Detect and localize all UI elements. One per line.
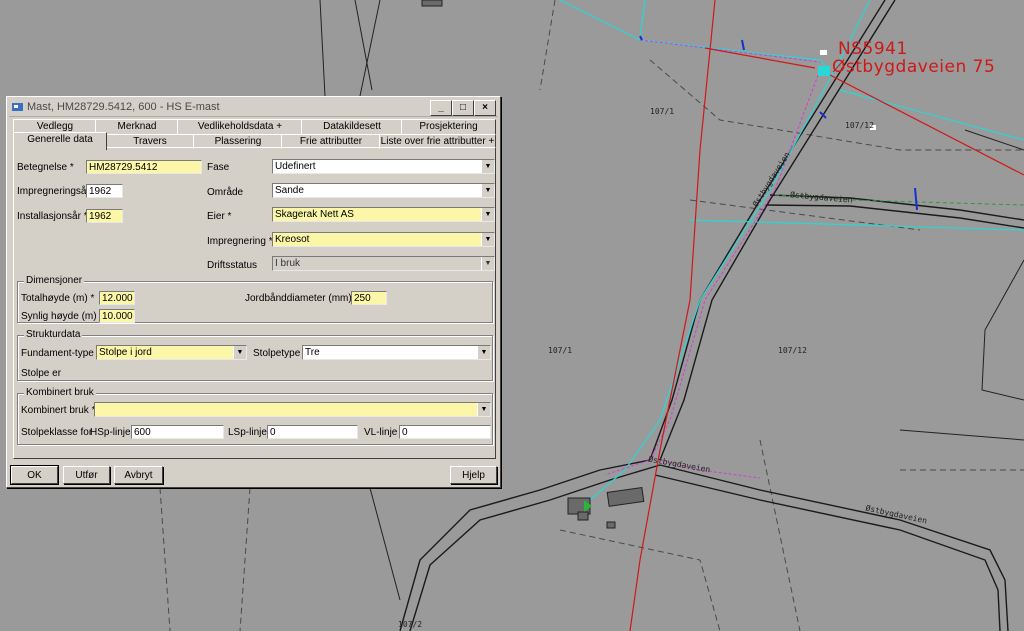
fundament-value: Stolpe i jord xyxy=(99,347,152,358)
chevron-down-icon[interactable]: ▼ xyxy=(477,346,490,359)
driftsstatus-label: Driftsstatus xyxy=(207,260,258,271)
tab-vedlikeholdsdata[interactable]: Vedlikeholdsdata + xyxy=(177,119,303,134)
chevron-down-icon[interactable]: ▼ xyxy=(481,160,494,173)
omrade-value: Sande xyxy=(275,185,304,196)
dimensjoner-group: Dimensjoner Totalhøyde (m) * 12.000 Synl… xyxy=(17,275,493,323)
stolpetype-value: Tre xyxy=(305,347,320,358)
driftsstatus-select: I bruk ▼ xyxy=(272,256,495,271)
dialog-title: Mast, HM28729.5412, 600 - HS E-mast xyxy=(27,101,220,113)
driftsstatus-value: I bruk xyxy=(275,258,301,269)
fundament-select[interactable]: Stolpe i jord ▼ xyxy=(96,345,247,360)
chevron-down-icon: ▼ xyxy=(481,257,494,270)
tab-prosjektering[interactable]: Prosjektering xyxy=(401,119,496,134)
dialog-titlebar[interactable]: Mast, HM28729.5412, 600 - HS E-mast _ □ … xyxy=(9,99,498,117)
lsp-field[interactable]: 0 xyxy=(267,425,358,439)
tab-merknad[interactable]: Merknad xyxy=(95,119,179,134)
fase-select[interactable]: Udefinert ▼ xyxy=(272,159,495,174)
ok-button[interactable]: OK xyxy=(10,465,59,485)
parcel-label: 107/12 xyxy=(778,346,807,355)
stolpetype-select[interactable]: Tre ▼ xyxy=(302,345,491,360)
fase-value: Udefinert xyxy=(275,161,316,172)
utfor-button[interactable]: Utfør xyxy=(63,466,110,484)
impregneringsar-field[interactable]: 1962 xyxy=(86,184,123,198)
chevron-down-icon[interactable]: ▼ xyxy=(233,346,246,359)
totalhoyde-label: Totalhøyde (m) * xyxy=(21,293,95,304)
stolpe-er-label: Stolpe er xyxy=(21,368,62,379)
tab-generelle-data[interactable]: Generelle data xyxy=(13,132,107,150)
jordband-field[interactable]: 250 xyxy=(351,291,387,305)
omrade-select[interactable]: Sande ▼ xyxy=(272,183,495,198)
maximize-button[interactable]: □ xyxy=(452,100,474,116)
map-station-label: NS5941 xyxy=(838,39,908,59)
parcel-label: 107/12 xyxy=(845,121,874,130)
general-data-panel: Betegnelse * HM28729.5412 Impregneringså… xyxy=(13,147,496,459)
kombinert-bruk-group: Kombinert bruk Kombinert bruk * ▼ Stolpe… xyxy=(17,387,493,445)
chevron-down-icon[interactable]: ▼ xyxy=(477,403,490,416)
eier-select[interactable]: Skagerak Nett AS ▼ xyxy=(272,207,495,222)
fase-label: Fase xyxy=(207,162,230,173)
parcel-label: 107/1 xyxy=(650,107,675,116)
strukturdata-group: Strukturdata Fundament-type * Stolpe i j… xyxy=(17,329,493,381)
jordband-label: Jordbånddiameter (mm) * xyxy=(245,293,359,304)
avbryt-button[interactable]: Avbryt xyxy=(114,466,163,484)
hsp-field[interactable]: 600 xyxy=(131,425,224,439)
mast-app-icon xyxy=(12,103,23,111)
chevron-down-icon[interactable]: ▼ xyxy=(481,233,494,246)
lsp-label: LSp-linje xyxy=(228,427,267,438)
parcel-label: 107/1 xyxy=(548,346,573,355)
impregnering-value: Kreosot xyxy=(275,234,310,245)
stolpeklasse-label: Stolpeklasse for xyxy=(21,427,93,438)
omrade-label: Område xyxy=(207,187,244,198)
synlig-hoyde-label: Synlig høyde (m) * xyxy=(21,311,104,322)
kombinert-bruk-title: Kombinert bruk xyxy=(24,387,96,398)
betegnelse-field[interactable]: HM28729.5412 xyxy=(86,160,202,174)
hjelp-button[interactable]: Hjelp xyxy=(450,466,497,484)
eier-value: Skagerak Nett AS xyxy=(275,209,354,220)
close-button[interactable]: × xyxy=(474,100,496,116)
synlig-hoyde-field[interactable]: 10.000 xyxy=(99,309,135,323)
installasjonsar-field[interactable]: 1962 xyxy=(86,209,123,223)
chevron-down-icon[interactable]: ▼ xyxy=(481,208,494,221)
fundament-label: Fundament-type * xyxy=(21,348,101,359)
minimize-button[interactable]: _ xyxy=(430,100,452,116)
hsp-label: HSp-linje xyxy=(90,427,131,438)
mast-properties-dialog: Mast, HM28729.5412, 600 - HS E-mast _ □ … xyxy=(6,96,501,488)
betegnelse-label: Betegnelse * xyxy=(17,162,74,173)
impregnering-label: Impregnering * xyxy=(207,236,273,247)
map-address-label: Østbygdaveien 75 xyxy=(832,57,996,77)
dimensjoner-title: Dimensjoner xyxy=(24,275,85,286)
impregneringsar-label: Impregneringsår xyxy=(17,186,90,197)
eier-label: Eier * xyxy=(207,211,232,222)
kombinert-bruk-select[interactable]: ▼ xyxy=(94,402,491,417)
parcel-label: 107/2 xyxy=(398,620,423,629)
installasjonsar-label: Installasjonsår * xyxy=(17,211,88,222)
vl-field[interactable]: 0 xyxy=(399,425,491,439)
vl-label: VL-linje xyxy=(364,427,398,438)
kombinert-bruk-label: Kombinert bruk * xyxy=(21,405,96,416)
tab-datakildesett[interactable]: Datakildesett xyxy=(301,119,403,134)
strukturdata-title: Strukturdata xyxy=(24,329,83,340)
impregnering-select[interactable]: Kreosot ▼ xyxy=(272,232,495,247)
stolpetype-label: Stolpetype xyxy=(253,348,301,359)
totalhoyde-field[interactable]: 12.000 xyxy=(99,291,135,305)
chevron-down-icon[interactable]: ▼ xyxy=(481,184,494,197)
